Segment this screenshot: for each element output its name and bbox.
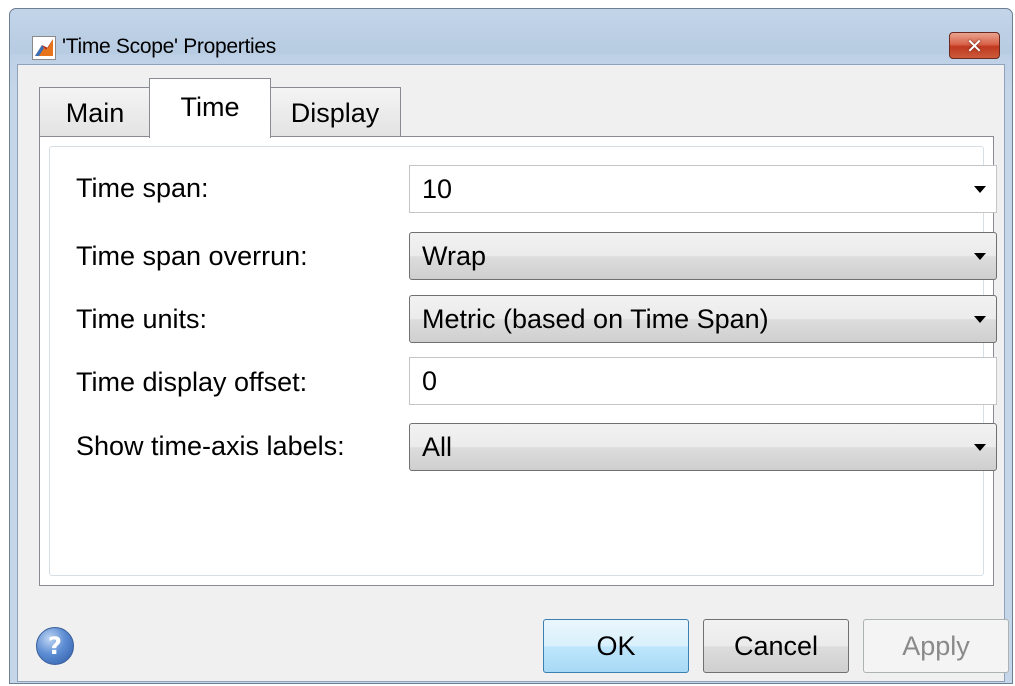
help-icon[interactable]: ? [36,627,74,665]
tab-main[interactable]: Main [39,87,151,137]
time-units-value: Metric (based on Time Span) [422,304,769,334]
time-span-combobox[interactable]: 10 [409,165,997,213]
time-display-offset-value: 0 [422,366,438,396]
show-time-axis-labels-value: All [422,432,453,462]
time-span-overrun-label: Time span overrun: [76,241,308,271]
cancel-button[interactable]: Cancel [703,619,849,673]
time-span-value: 10 [422,174,453,204]
time-display-offset-input[interactable]: 0 [409,357,997,405]
time-span-overrun-value: Wrap [422,241,487,271]
matlab-app-icon [32,36,56,60]
time-tab-panel: Time span: 10 Time span overrun: Wrap Ti… [39,136,997,586]
chevron-down-icon [974,316,986,323]
time-units-label: Time units: [76,304,208,334]
tab-display[interactable]: Display [269,87,401,137]
properties-dialog: 'Time Scope' Properties ✕ Main Time Disp… [9,8,1013,684]
show-time-axis-labels-label: Show time-axis labels: [76,431,345,461]
time-span-overrun-dropdown[interactable]: Wrap [409,232,997,280]
time-units-dropdown[interactable]: Metric (based on Time Span) [409,295,997,343]
ok-button[interactable]: OK [543,619,689,673]
dialog-client-area: Main Time Display Time span: 10 Time spa… [17,64,1009,683]
button-bar: ? OK Cancel Apply [18,595,1009,683]
close-button[interactable]: ✕ [949,32,1000,59]
chevron-down-icon [974,444,986,451]
apply-button[interactable]: Apply [863,619,1009,673]
close-icon: ✕ [966,33,983,58]
time-display-offset-label: Time display offset: [76,367,308,397]
tab-time[interactable]: Time [149,78,271,138]
title-bar[interactable]: 'Time Scope' Properties ✕ [10,9,1012,60]
chevron-down-icon[interactable] [974,186,986,193]
window-title: 'Time Scope' Properties [62,35,276,58]
time-span-label: Time span: [76,173,209,203]
show-time-axis-labels-dropdown[interactable]: All [409,423,997,471]
chevron-down-icon [974,253,986,260]
